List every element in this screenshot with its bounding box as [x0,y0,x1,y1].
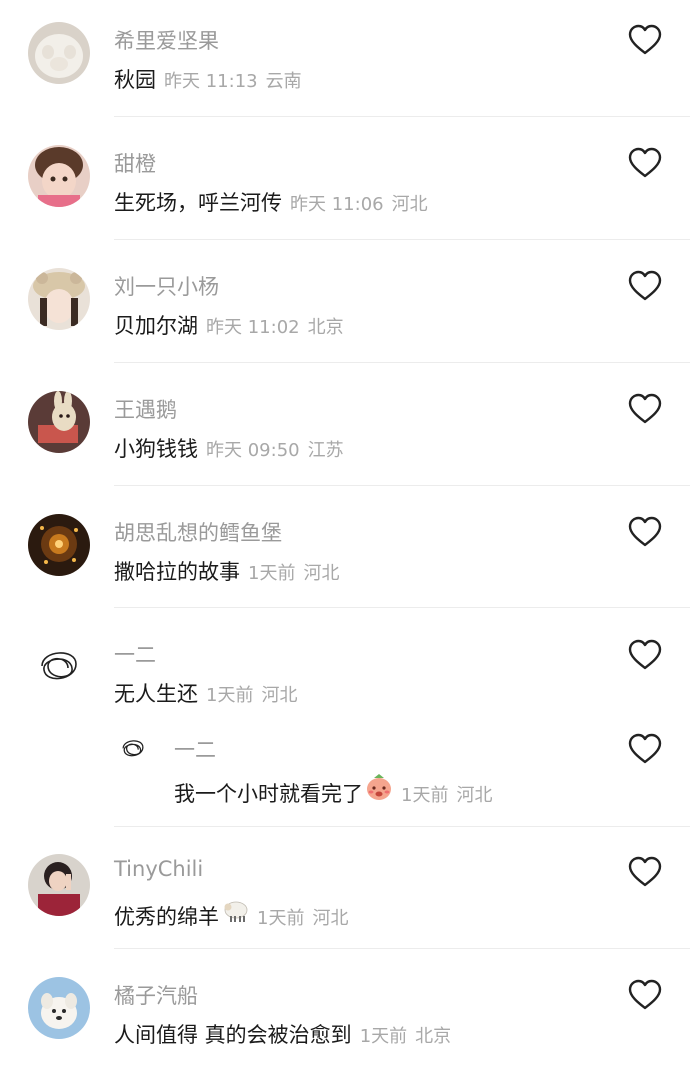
avatar[interactable] [28,391,90,453]
heart-outline-icon[interactable] [628,979,662,1011]
divider [114,607,690,608]
avatar[interactable] [28,145,90,207]
comment-location: 河北 [261,685,298,706]
avatar[interactable] [28,636,90,698]
comment-username[interactable]: 希里爱坚果 [114,25,219,55]
comment-time: 1天前 [248,563,296,584]
comment-username[interactable]: TinyChili [114,857,203,881]
comment-location: 北京 [415,1026,452,1047]
comment-text: 我一个小时就看完了 [174,782,363,806]
divider [114,239,690,240]
comment-meta: 昨天 09:50 江苏 [206,436,344,462]
heart-outline-icon[interactable] [628,24,662,56]
comment-time: 1天前 [206,685,254,706]
comment-meta: 1天前 河北 [257,904,348,930]
comment-meta: 1天前 河北 [206,681,297,707]
comment-line: 小狗钱钱 昨天 09:50 江苏 [114,433,344,463]
comment-location: 云南 [265,71,302,92]
comment-line: 人间值得 真的会被治愈到 1天前 北京 [114,1019,451,1049]
comment-meta: 昨天 11:02 北京 [206,313,344,339]
comment-username[interactable]: 刘一只小杨 [114,271,219,301]
comment-meta: 1天前 北京 [360,1022,451,1048]
comment-text: 生死场，呼兰河传 [114,191,282,215]
comment-meta: 1天前 河北 [248,559,339,585]
comment-username[interactable]: 胡思乱想的鳕鱼堡 [114,517,282,547]
heart-outline-icon[interactable] [628,639,662,671]
avatar[interactable] [28,268,90,330]
comment-text: 撒哈拉的故事 [114,560,240,584]
comment-time: 昨天 11:02 [206,317,300,338]
comment-username[interactable]: 王遇鹅 [114,394,177,424]
divider [114,826,690,827]
comment-location: 河北 [303,563,340,584]
comment-username[interactable]: 一二 [114,639,156,669]
divider [114,362,690,363]
comment-line: 秋园 昨天 11:13 云南 [114,64,302,94]
divider [114,116,690,117]
comment-text: 优秀的绵羊 [114,905,219,929]
comment-location: 北京 [307,317,344,338]
divider [114,948,690,949]
heart-outline-icon[interactable] [628,856,662,888]
comment-username[interactable]: 甜橙 [114,148,156,178]
comment-meta: 昨天 11:13 云南 [164,67,302,93]
comment-time: 1天前 [401,785,449,806]
avatar[interactable] [28,854,90,916]
heart-outline-icon[interactable] [628,733,662,765]
comment-meta: 1天前 河北 [401,781,492,807]
heart-outline-icon[interactable] [628,393,662,425]
comment-location: 河北 [312,908,349,929]
comment-meta: 昨天 11:06 河北 [290,190,428,216]
comment-time: 1天前 [257,908,305,929]
comment-time: 昨天 09:50 [206,440,300,461]
comment-line: 生死场，呼兰河传 昨天 11:06 河北 [114,187,428,217]
comment-line: 无人生还 1天前 河北 [114,678,297,708]
comment-location: 河北 [456,785,493,806]
comment-line: 贝加尔湖 昨天 11:02 北京 [114,310,344,340]
avatar[interactable] [28,514,90,576]
sheep-emoji [224,901,248,922]
avatar[interactable] [115,731,151,767]
heart-outline-icon[interactable] [628,147,662,179]
comment-text: 小狗钱钱 [114,437,198,461]
heart-outline-icon[interactable] [628,516,662,548]
avatar[interactable] [28,977,90,1039]
comment-line: 优秀的绵羊 1天前 河北 [114,896,348,931]
comment-time: 1天前 [359,1026,408,1047]
comment-text: 贝加尔湖 [114,314,198,338]
divider [114,485,690,486]
comment-line: 我一个小时就看完了 1天前 河北 [174,773,492,808]
avatar[interactable] [28,22,90,84]
comment-location: 江苏 [307,440,344,461]
comment-username[interactable]: 一二 [174,734,216,764]
comment-line: 撒哈拉的故事 1天前 河北 [114,556,339,586]
comment-username[interactable]: 橘子汽船 [114,980,198,1010]
comment-time: 昨天 11:06 [290,194,384,215]
blushing-face-emoji [367,774,391,800]
comment-text: 无人生还 [114,682,198,706]
comment-text: 人间值得 真的会被治愈到 [114,1023,352,1047]
comment-time: 昨天 11:13 [164,71,258,92]
comment-location: 河北 [391,194,428,215]
heart-outline-icon[interactable] [628,270,662,302]
comment-text: 秋园 [114,68,156,92]
